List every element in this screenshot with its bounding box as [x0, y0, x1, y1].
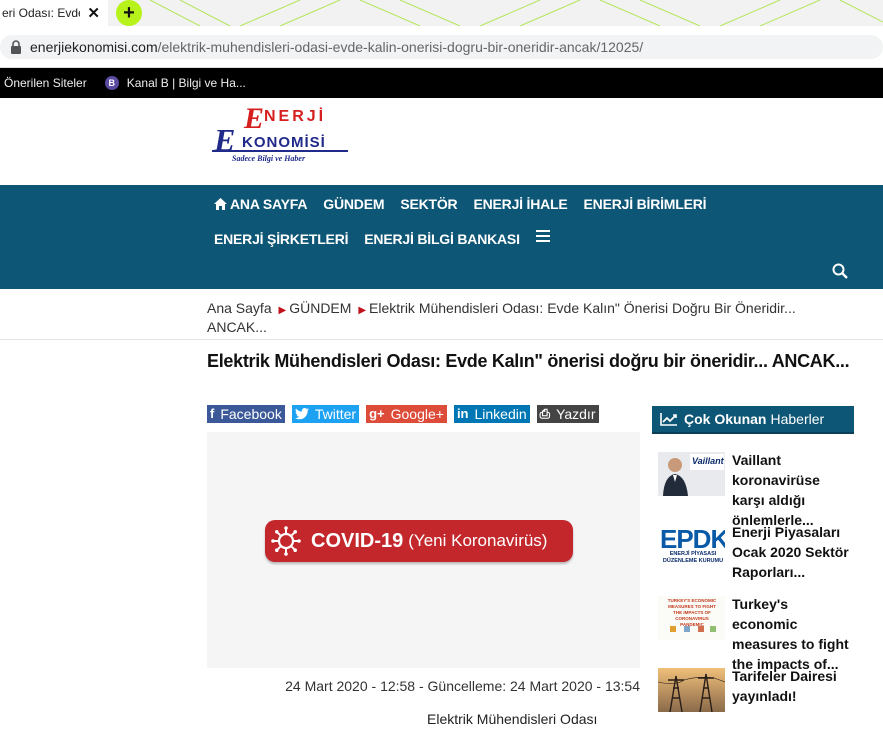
facebook-icon: f	[207, 405, 218, 422]
nav-item-label: ANA SAYFA	[230, 195, 308, 212]
browser-tab-bar: eri Odası: Evde ✕ +	[0, 0, 883, 26]
logo-underline	[212, 150, 348, 152]
nav-more-menu[interactable]	[535, 229, 550, 247]
close-tab-icon[interactable]: ✕	[87, 4, 100, 22]
share-twitter-button[interactable]: Twitter	[291, 405, 360, 423]
active-tab[interactable]: eri Odası: Evde ✕	[0, 0, 108, 26]
bookmark-onerilen-siteler[interactable]: Önerilen Siteler	[4, 76, 87, 90]
url-path: /elektrik-muhendisleri-odasi-evde-kalin-…	[157, 39, 644, 55]
address-bar: enerjiekonomisi.com/elektrik-muhendisler…	[0, 26, 883, 68]
breadcrumb-home[interactable]: Ana Sayfa	[207, 300, 272, 316]
news-thumbnail: EPDK ENERJİ PİYASASI DÜZENLEME KURUMU	[658, 524, 725, 568]
main-navigation: ANA SAYFA GÜNDEM SEKTÖR ENERJİ İHALE ENE…	[0, 185, 883, 289]
article-body: Elektrik Mühendisleri Odası	[427, 711, 598, 727]
url-field[interactable]: enerjiekonomisi.com/elektrik-muhendisler…	[0, 35, 883, 59]
share-facebook-button[interactable]: f Facebook	[207, 405, 285, 423]
twitter-icon	[291, 405, 312, 422]
menu-icon	[535, 229, 550, 242]
share-google-plus-button[interactable]: g+ Google+	[366, 405, 447, 423]
most-read-header: Çok Okunan Haberler	[652, 406, 854, 434]
logo-nerji: NERJİ	[264, 108, 327, 125]
site-logo[interactable]: E NERJİ E KONOMİSİ Sadece Bilgi ve Haber	[212, 102, 352, 166]
bookmarks-bar: Önerilen Siteler B Kanal B | Bilgi ve Ha…	[0, 68, 883, 98]
printer-icon: ⎙	[536, 405, 554, 422]
share-linkedin-button[interactable]: in Linkedin	[453, 405, 530, 423]
breadcrumb-separator-icon: ▶	[278, 305, 287, 316]
article-date: 24 Mart 2020 - 12:58 - Güncelleme: 24 Ma…	[285, 678, 640, 694]
url-domain: enerjiekonomisi.com	[30, 39, 158, 55]
covid-label-normal: (Yeni Koronavirüs)	[408, 531, 548, 550]
article-title: Elektrik Mühendisleri Odası: Evde Kalın"…	[207, 351, 850, 371]
most-read-header-normal: Haberler	[770, 411, 825, 427]
nav-item-enerji-ihale[interactable]: ENERJİ İHALE	[473, 195, 567, 212]
share-label: Twitter	[311, 405, 360, 422]
thumb-brand: Vaillant	[692, 456, 724, 466]
breadcrumb: Ana Sayfa ▶ GÜNDEM ▶ Elektrik Mühendisleri…	[207, 300, 827, 335]
most-read-item[interactable]: TURKEY'S ECONOMIC MEASURES TO FIGHT THE …	[658, 594, 854, 672]
linkedin-icon: in	[453, 405, 472, 422]
home-icon	[214, 197, 227, 210]
covid-banner: COVID-19 (Yeni Koronavirüs)	[265, 520, 573, 562]
most-read-title: Enerji Piyasaları Ocak 2020 Sektör Rapor…	[732, 524, 849, 580]
logo-konomisi: KONOMİSİ	[242, 134, 326, 151]
thumb-subtitle: ENERJİ PİYASASI DÜZENLEME KURUMU	[662, 551, 724, 564]
virus-icon	[271, 526, 301, 556]
most-read-title: Tarifeler Dairesi yayınladı!	[732, 668, 837, 704]
nav-item-gundem[interactable]: GÜNDEM	[323, 195, 384, 212]
most-read-header-bold: Çok Okunan	[684, 411, 767, 427]
lock-icon	[11, 40, 21, 54]
nav-item-enerji-bilgi-bankasi[interactable]: ENERJİ BİLGİ BANKASI	[364, 230, 520, 247]
most-read-title: Vaillant koronavirüse karşı aldığı önlem…	[732, 452, 820, 528]
share-bar: f Facebook Twitter g+ Google+ in Linkedi…	[207, 405, 606, 423]
bookmark-label: Kanal B | Bilgi ve Ha...	[126, 76, 246, 90]
nav-item-ana-sayfa[interactable]: ANA SAYFA	[214, 195, 307, 212]
logo-letter-e-top: E	[244, 102, 266, 135]
nav-item-enerji-birimleri[interactable]: ENERJİ BİRİMLERİ	[584, 195, 707, 212]
article-image: COVID-19 (Yeni Koronavirüs)	[207, 432, 640, 668]
breadcrumb-separator-icon: ▶	[358, 305, 367, 316]
kanal-b-favicon-icon: B	[104, 76, 119, 90]
most-read-title: Turkey's economic measures to fight the …	[732, 596, 849, 672]
nav-item-sektor[interactable]: SEKTÖR	[400, 195, 457, 212]
share-label: Facebook	[217, 405, 285, 422]
breadcrumb-section[interactable]: GÜNDEM	[289, 300, 351, 316]
bookmark-kanal-b[interactable]: B Kanal B | Bilgi ve Ha...	[104, 76, 246, 90]
news-thumbnail	[658, 668, 725, 712]
covid-label-bold: COVID-19	[311, 529, 404, 552]
news-thumbnail: Vaillant	[658, 452, 725, 496]
divider	[0, 339, 883, 340]
most-read-sidebar: Çok Okunan Haberler Vaillant Vaillant ko…	[652, 406, 854, 712]
search-icon[interactable]	[832, 263, 848, 279]
share-label: Google+	[387, 405, 447, 422]
tab-title: eri Odası: Evde	[2, 6, 80, 20]
bookmark-label: Önerilen Siteler	[4, 76, 87, 90]
most-read-item[interactable]: EPDK ENERJİ PİYASASI DÜZENLEME KURUMU En…	[658, 522, 854, 594]
print-button[interactable]: ⎙ Yazdır	[536, 405, 599, 423]
new-tab-button[interactable]: +	[116, 0, 142, 26]
trend-chart-icon	[660, 413, 677, 426]
most-read-item[interactable]: Vaillant Vaillant koronavirüse karşı ald…	[658, 450, 854, 528]
most-read-item[interactable]: Tarifeler Dairesi yayınladı!	[658, 666, 854, 738]
print-label: Yazdır	[553, 405, 599, 422]
news-thumbnail: TURKEY'S ECONOMIC MEASURES TO FIGHT THE …	[658, 596, 725, 640]
share-label: Linkedin	[471, 405, 530, 422]
google-plus-icon: g+	[366, 405, 388, 422]
logo-tagline: Sadece Bilgi ve Haber	[232, 154, 306, 163]
nav-item-enerji-sirketleri[interactable]: ENERJİ ŞİRKETLERİ	[214, 230, 348, 247]
